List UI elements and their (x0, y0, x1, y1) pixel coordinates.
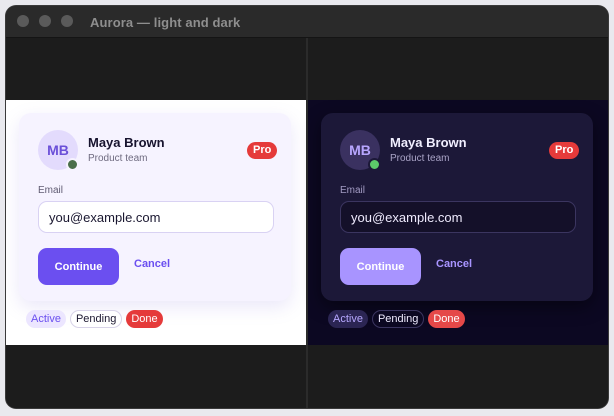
user-team: Product team (390, 153, 450, 164)
cancel-button[interactable]: Cancel (436, 258, 472, 270)
window-title: Aurora — light and dark (90, 15, 241, 30)
email-field[interactable] (38, 201, 274, 233)
dark-theme-pane: MB Maya Brown Product team Pro Email Con… (308, 38, 608, 408)
email-field[interactable] (340, 201, 576, 233)
email-label: Email (340, 185, 366, 196)
status-chips: Active Pending Done (328, 310, 465, 328)
email-label: Email (38, 185, 64, 196)
cancel-button[interactable]: Cancel (134, 258, 170, 270)
avatar: MB (38, 130, 79, 171)
chip-pending: Pending (371, 310, 425, 328)
chip-done: Done (428, 310, 465, 328)
avatar-initials: MB (349, 142, 371, 158)
chip-active: Active (26, 310, 66, 328)
minimize-window-button[interactable] (39, 15, 51, 27)
light-theme-pane: MB Maya Brown Product team Pro Email Con… (6, 38, 306, 408)
continue-button[interactable]: Continue (38, 248, 119, 285)
dark-preview: MB Maya Brown Product team Pro Email Con… (308, 100, 608, 345)
chip-active: Active (328, 310, 368, 328)
profile-card: MB Maya Brown Product team Pro Email Con… (321, 113, 593, 301)
user-name: Maya Brown (88, 135, 165, 150)
status-chips: Active Pending Done (26, 310, 163, 328)
user-name: Maya Brown (390, 135, 467, 150)
chip-pending: Pending (69, 310, 123, 328)
profile-card: MB Maya Brown Product team Pro Email Con… (19, 113, 291, 301)
avatar-initials: MB (47, 142, 69, 158)
pro-badge: Pro (549, 142, 580, 159)
zoom-window-button[interactable] (61, 15, 73, 27)
avatar: MB (340, 130, 381, 171)
chip-done: Done (126, 310, 163, 328)
title-bar: Aurora — light and dark (6, 6, 608, 38)
light-preview: MB Maya Brown Product team Pro Email Con… (6, 100, 306, 345)
continue-button[interactable]: Continue (340, 248, 421, 285)
presence-status-dot (66, 158, 79, 171)
presence-status-dot (368, 158, 381, 171)
user-team: Product team (88, 153, 148, 164)
app-window: Aurora — light and dark MB Maya Brown Pr… (6, 6, 608, 408)
close-window-button[interactable] (17, 15, 29, 27)
pro-badge: Pro (247, 142, 278, 159)
